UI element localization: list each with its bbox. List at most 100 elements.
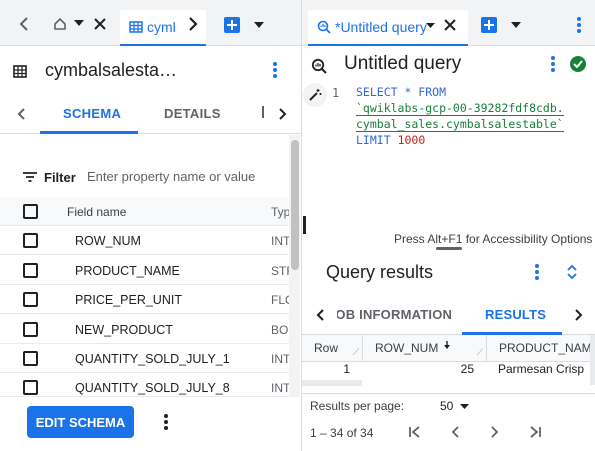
field-name: ROW_NUM bbox=[75, 234, 141, 248]
more-vert-icon[interactable] bbox=[546, 54, 560, 74]
column-header-label: PRODUCT_NAME bbox=[499, 341, 590, 355]
row-checkbox[interactable] bbox=[23, 380, 38, 395]
tab-menu-caret-icon[interactable] bbox=[509, 20, 523, 30]
chevron-left-icon[interactable] bbox=[312, 305, 328, 325]
sql-number: 1000 bbox=[397, 133, 426, 147]
field-type: STRING bbox=[271, 264, 289, 278]
tab-query-label: *Untitled query bbox=[335, 19, 427, 35]
field-name: NEW_PRODUCT bbox=[75, 323, 173, 337]
caret-down-icon[interactable] bbox=[425, 21, 435, 29]
sql-line: `qwiklabs-gcp-00-39282fdf8cdb. bbox=[356, 101, 564, 116]
tab-results[interactable]: RESULTS bbox=[485, 307, 546, 322]
resize-icon[interactable]: ⟋ bbox=[477, 347, 483, 358]
caret-down-icon bbox=[460, 404, 469, 409]
previous-page-icon[interactable] bbox=[446, 423, 464, 441]
row-checkbox[interactable] bbox=[23, 263, 38, 278]
select-all-checkbox[interactable] bbox=[23, 204, 38, 219]
add-tab-icon[interactable] bbox=[481, 17, 497, 33]
row-checkbox[interactable] bbox=[23, 233, 38, 248]
column-header-label: ROW_NUM bbox=[375, 341, 439, 355]
scrollbar-thumb[interactable] bbox=[291, 140, 299, 270]
more-vert-icon[interactable] bbox=[530, 262, 544, 282]
table-row[interactable]: PRODUCT_NAME STRING bbox=[0, 256, 289, 285]
cell-product-name: Parmesan Crisp bbox=[498, 362, 585, 376]
chevron-left-icon[interactable] bbox=[14, 14, 34, 34]
column-header-product-name[interactable]: PRODUCT_NAME bbox=[486, 335, 590, 362]
field-type: FLOAT bbox=[271, 293, 289, 307]
close-icon[interactable] bbox=[90, 14, 110, 34]
resize-icon[interactable]: ⟋ bbox=[353, 347, 359, 358]
table-icon bbox=[128, 19, 144, 35]
column-header-row[interactable]: Row ⟋ bbox=[302, 335, 362, 362]
expand-icon[interactable] bbox=[563, 262, 581, 282]
row-checkbox[interactable] bbox=[23, 322, 38, 337]
line-number: 1 bbox=[332, 86, 340, 100]
query-icon bbox=[309, 56, 329, 76]
table-row[interactable]: NEW_PRODUCT BOOLEAN bbox=[0, 315, 289, 344]
tab-overflow-hint bbox=[262, 106, 266, 118]
close-icon[interactable] bbox=[441, 16, 459, 34]
table-header-row: Field name Type bbox=[0, 197, 289, 226]
chevron-left-icon[interactable] bbox=[12, 104, 30, 124]
table-row[interactable]: QUANTITY_SOLD_JULY_1 INTEGER bbox=[0, 344, 289, 373]
page-title: cymbalsalesta… bbox=[45, 60, 178, 80]
table-row[interactable]: QUANTITY_SOLD_JULY_8 INTEGER bbox=[0, 373, 289, 397]
sort-arrow-down-icon[interactable] bbox=[443, 339, 451, 351]
next-page-icon[interactable] bbox=[486, 423, 504, 441]
rows-per-page-label: Results per page: bbox=[310, 399, 405, 413]
sql-line: cymbal_sales.cymbalsalestable` bbox=[356, 117, 564, 132]
results-title: Query results bbox=[326, 262, 434, 282]
row-checkbox[interactable] bbox=[23, 351, 38, 366]
table-row[interactable]: PRICE_PER_UNIT FLOAT bbox=[0, 285, 289, 314]
column-header-field-name: Field name bbox=[67, 205, 127, 219]
check-circle-icon bbox=[570, 56, 586, 72]
more-vert-icon[interactable] bbox=[266, 60, 284, 80]
resize-handle[interactable] bbox=[436, 247, 462, 250]
column-header-label: Row bbox=[314, 341, 339, 355]
row-index: 1 bbox=[343, 362, 350, 376]
table-row[interactable]: ROW_NUM INTEGER bbox=[0, 226, 289, 255]
column-header-row-num[interactable]: ROW_NUM ⟋ bbox=[362, 335, 486, 362]
first-page-icon[interactable] bbox=[406, 423, 424, 441]
table-icon bbox=[12, 63, 28, 79]
grid-scrollbar[interactable] bbox=[590, 335, 595, 385]
tab-job-information[interactable]: JOB INFORMATION bbox=[337, 297, 457, 333]
tab-schema-label: SCHEMA bbox=[63, 106, 122, 121]
cell-row-num: 25 bbox=[460, 362, 474, 376]
row-checkbox[interactable] bbox=[23, 292, 38, 307]
chevron-right-icon[interactable] bbox=[184, 14, 202, 34]
tab-job-information-label: JOB INFORMATION bbox=[337, 307, 453, 322]
column-header-type: Type bbox=[271, 205, 289, 219]
query-title: Untitled query bbox=[344, 53, 462, 74]
editor-scroll-handle[interactable] bbox=[303, 216, 306, 234]
filter-label: Filter bbox=[44, 170, 76, 185]
field-type: BOOLEAN bbox=[271, 323, 289, 337]
sql-line: LIMIT 1000 bbox=[356, 133, 425, 147]
edit-schema-button[interactable]: EDIT SCHEMA bbox=[27, 406, 134, 438]
field-name: PRICE_PER_UNIT bbox=[75, 293, 182, 307]
filter-input[interactable]: Enter property name or value bbox=[87, 169, 255, 184]
last-page-icon[interactable] bbox=[526, 423, 544, 441]
field-name: QUANTITY_SOLD_JULY_1 bbox=[75, 352, 230, 366]
chevron-right-icon[interactable] bbox=[274, 104, 292, 124]
field-type: INTEGER bbox=[271, 352, 289, 366]
field-name: QUANTITY_SOLD_JULY_8 bbox=[75, 381, 230, 395]
add-tab-icon[interactable] bbox=[224, 17, 240, 33]
tab-menu-caret-icon[interactable] bbox=[252, 20, 266, 30]
horizontal-scrollbar[interactable] bbox=[302, 380, 362, 386]
magic-wand-icon[interactable] bbox=[303, 83, 327, 107]
tab-details[interactable]: DETAILS bbox=[164, 106, 221, 121]
tab-table-label: cymbalsalestable bbox=[147, 19, 175, 35]
caret-down-icon[interactable] bbox=[72, 16, 86, 30]
rows-per-page-value: 50 bbox=[440, 399, 454, 413]
filter-icon bbox=[22, 170, 38, 184]
rows-per-page-select[interactable]: 50 bbox=[440, 397, 474, 415]
home-icon[interactable] bbox=[50, 14, 70, 34]
more-vert-icon[interactable] bbox=[158, 412, 174, 432]
field-type: INTEGER bbox=[271, 234, 289, 248]
more-vert-icon[interactable] bbox=[572, 15, 586, 35]
accessibility-hint: Press Alt+F1 for Accessibility Options bbox=[394, 232, 593, 246]
chevron-right-icon[interactable] bbox=[571, 305, 587, 325]
query-icon bbox=[316, 19, 332, 35]
field-type: INTEGER bbox=[271, 381, 289, 395]
